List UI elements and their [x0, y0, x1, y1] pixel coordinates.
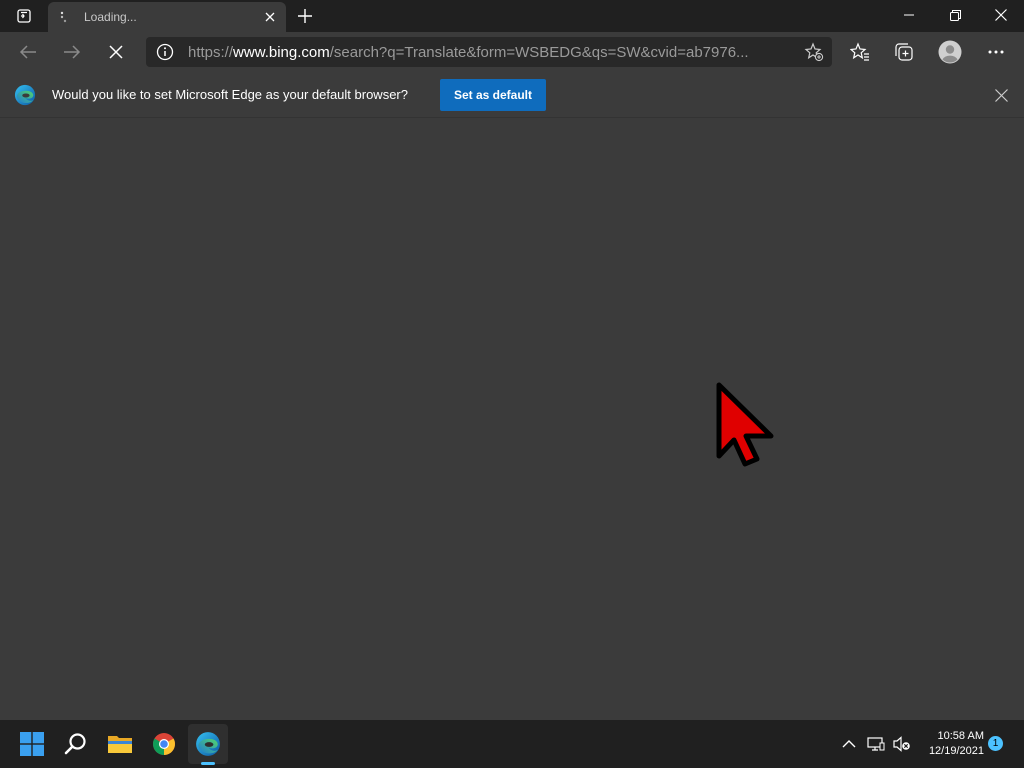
- windows-logo-icon: [20, 732, 44, 756]
- favorites-icon: [850, 42, 869, 61]
- mouse-cursor-icon: [716, 382, 774, 467]
- tab-actions-icon: [17, 9, 31, 23]
- address-bar[interactable]: https://www.bing.com/search?q=Translate&…: [146, 37, 832, 67]
- set-as-default-button[interactable]: Set as default: [440, 79, 546, 111]
- url-host: www.bing.com: [233, 44, 330, 61]
- search-icon: [64, 733, 86, 755]
- show-hidden-icons-button[interactable]: [839, 734, 859, 754]
- tab-close-button[interactable]: [262, 9, 278, 25]
- browser-tab[interactable]: Loading...: [48, 2, 286, 32]
- chevron-up-icon: [842, 740, 856, 748]
- add-favorite-button[interactable]: [804, 42, 824, 62]
- new-tab-button[interactable]: [292, 4, 318, 28]
- close-icon: [109, 45, 123, 59]
- notification-badge[interactable]: 1: [988, 736, 1003, 751]
- default-browser-infobar: Would you like to set Microsoft Edge as …: [0, 72, 1024, 118]
- minimize-button[interactable]: [886, 0, 932, 30]
- collections-icon: [895, 43, 913, 61]
- minimize-icon: [904, 14, 914, 16]
- url-prefix: https://: [188, 44, 234, 61]
- folder-icon: [108, 736, 132, 753]
- back-button[interactable]: [12, 36, 44, 68]
- favorites-button[interactable]: [844, 36, 876, 68]
- infobar-message: Would you like to set Microsoft Edge as …: [52, 87, 408, 102]
- back-arrow-icon: [19, 45, 36, 59]
- file-explorer-button[interactable]: [100, 724, 140, 764]
- clock-time: 10:58 AM: [937, 730, 984, 742]
- page-content[interactable]: [0, 118, 1024, 720]
- tab-actions-button[interactable]: [8, 4, 40, 28]
- restore-icon: [949, 9, 961, 21]
- clock-date: 12/19/2021: [928, 745, 984, 757]
- collections-button[interactable]: [888, 36, 920, 68]
- edge-logo-icon: [14, 84, 36, 106]
- infobar-close-button[interactable]: [992, 86, 1010, 104]
- close-icon: [265, 12, 275, 22]
- stop-loading-button[interactable]: [100, 36, 132, 68]
- search-button[interactable]: [56, 724, 96, 764]
- volume-muted-icon: [893, 736, 910, 752]
- taskbar: 10:58 AM 12/19/2021 1: [0, 720, 1024, 768]
- close-window-button[interactable]: [978, 0, 1024, 30]
- star-add-icon: [804, 42, 824, 62]
- window-controls: [886, 0, 1024, 32]
- title-bar: Loading...: [0, 0, 1024, 32]
- network-icon: [867, 737, 885, 751]
- system-clock[interactable]: 10:58 AM 12/19/2021: [922, 729, 984, 759]
- restore-button[interactable]: [932, 0, 978, 30]
- start-button[interactable]: [12, 724, 52, 764]
- volume-button[interactable]: [892, 734, 912, 754]
- url-text[interactable]: https://www.bing.com/search?q=Translate&…: [188, 44, 788, 61]
- tab-title: Loading...: [84, 10, 137, 24]
- edge-icon: [196, 732, 220, 756]
- edge-taskbar-button[interactable]: [188, 724, 228, 764]
- plus-icon: [298, 9, 312, 23]
- chrome-button[interactable]: [144, 724, 184, 764]
- settings-more-button[interactable]: [980, 36, 1012, 68]
- chrome-icon: [153, 733, 175, 755]
- forward-button[interactable]: [56, 36, 88, 68]
- more-icon: [988, 50, 1004, 54]
- info-icon[interactable]: [156, 43, 174, 61]
- profile-button[interactable]: [934, 36, 966, 68]
- loading-spinner-icon: [60, 11, 67, 23]
- network-button[interactable]: [866, 734, 886, 754]
- browser-toolbar: https://www.bing.com/search?q=Translate&…: [0, 32, 1024, 72]
- close-icon: [994, 88, 1008, 102]
- avatar-icon: [938, 40, 962, 64]
- close-icon: [995, 9, 1007, 21]
- url-path: /search?q=Translate&form=WSBEDG&qs=SW&cv…: [329, 44, 749, 61]
- forward-arrow-icon: [64, 45, 81, 59]
- active-app-indicator: [201, 762, 215, 765]
